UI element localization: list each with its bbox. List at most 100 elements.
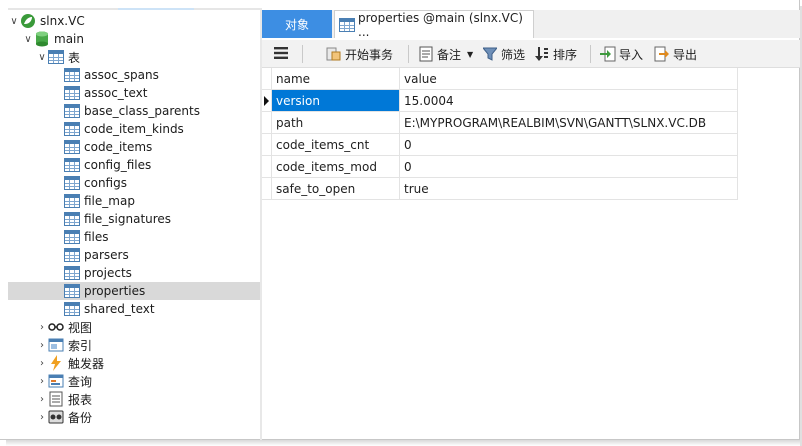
table-row[interactable]: code_items_mod 0 [262, 156, 738, 178]
cell-name[interactable]: code_items_mod [272, 156, 400, 178]
transaction-icon [326, 46, 342, 62]
table-item[interactable]: shared_text [8, 300, 260, 318]
begin-transaction-button[interactable]: 开始事务 [326, 40, 393, 68]
cell-value[interactable]: E:\MYPROGRAM\REALBIM\SVN\GANTT\SLNX.VC.D… [400, 112, 738, 134]
tree-node-group[interactable]: › 查询 [8, 372, 260, 390]
sort-button[interactable]: 排序 [534, 40, 577, 68]
column-header-value[interactable]: value [400, 68, 738, 90]
chevron-right-icon[interactable]: › [36, 354, 48, 372]
table-icon [64, 103, 80, 119]
table-row[interactable]: code_items_cnt 0 [262, 134, 738, 156]
table-icon [64, 265, 80, 281]
table-item-label: code_items [84, 140, 153, 154]
table-item[interactable]: config_files [8, 156, 260, 174]
cell-name[interactable]: safe_to_open [272, 178, 400, 200]
tree-node-database[interactable]: ∨ main [8, 30, 260, 48]
export-label: 导出 [673, 47, 698, 62]
hamburger-icon [274, 46, 288, 62]
tab-properties[interactable]: properties @main (slnx.VC) ... [334, 10, 534, 39]
current-row-arrow-icon [264, 95, 269, 106]
sort-label: 排序 [553, 47, 578, 62]
table-item-label: config_files [84, 158, 152, 172]
chevron-down-icon[interactable]: ∨ [36, 48, 48, 66]
column-header-name[interactable]: name [272, 68, 400, 90]
tree-node-group[interactable]: › 报表 [8, 390, 260, 408]
table-item-label: properties [84, 284, 146, 298]
row-indicator[interactable] [262, 156, 272, 178]
app-window: ∨ slnx.VC ∨ main ∨ 表 assoc_spans assoc_te… [0, 0, 800, 440]
toolbar-divider [408, 45, 409, 63]
table-item[interactable]: file_signatures [8, 210, 260, 228]
table-icon [64, 67, 80, 83]
row-indicator[interactable] [262, 112, 272, 134]
cell-name[interactable]: code_items_cnt [272, 134, 400, 156]
table-icon [64, 301, 80, 317]
dropdown-arrow-icon[interactable]: ▼ [467, 50, 473, 59]
table-row[interactable]: safe_to_open true [262, 178, 738, 200]
index-icon [48, 337, 64, 353]
note-button[interactable]: 备注 ▼ [418, 40, 473, 68]
chevron-right-icon[interactable]: › [36, 336, 48, 354]
import-icon [600, 46, 616, 62]
tree-node-connection[interactable]: ∨ slnx.VC [8, 12, 260, 30]
table-icon [64, 139, 80, 155]
filter-button[interactable]: 筛选 [482, 40, 525, 68]
chevron-down-icon[interactable]: ∨ [22, 30, 34, 48]
table-item-label: assoc_text [84, 86, 148, 100]
table-row[interactable]: version 15.0004 [262, 90, 738, 112]
table-item[interactable]: assoc_text [8, 84, 260, 102]
database-icon [34, 31, 50, 47]
table-item[interactable]: properties [8, 282, 260, 300]
table-item-label: assoc_spans [84, 68, 159, 82]
table-item-label: shared_text [84, 302, 155, 316]
note-icon [418, 46, 434, 62]
import-button[interactable]: 导入 [600, 40, 643, 68]
table-item[interactable]: assoc_spans [8, 66, 260, 84]
tree-scroll-thumb[interactable] [118, 8, 194, 10]
table-icon [64, 229, 80, 245]
table-item[interactable]: base_class_parents [8, 102, 260, 120]
table-item[interactable]: projects [8, 264, 260, 282]
tree-node-group[interactable]: › 视图 [8, 318, 260, 336]
row-indicator-header [262, 68, 272, 90]
export-button[interactable]: 导出 [654, 40, 697, 68]
table-row[interactable]: path E:\MYPROGRAM\REALBIM\SVN\GANTT\SLNX.… [262, 112, 738, 134]
chevron-right-icon[interactable]: › [36, 390, 48, 408]
tree-node-tables[interactable]: ∨ 表 [8, 48, 260, 66]
row-indicator[interactable] [262, 178, 272, 200]
menu-button[interactable] [274, 40, 288, 68]
chevron-right-icon[interactable]: › [36, 372, 48, 390]
toolbar-divider [302, 45, 303, 63]
cell-name[interactable]: path [272, 112, 400, 134]
cell-value[interactable]: 0 [400, 156, 738, 178]
row-indicator[interactable] [262, 134, 272, 156]
grid-header-row: name value [262, 68, 738, 90]
group-label: 索引 [68, 338, 93, 353]
row-indicator[interactable] [262, 90, 272, 112]
tree-node-group[interactable]: › 索引 [8, 336, 260, 354]
window-shadow [6, 440, 802, 446]
group-label: 触发器 [68, 356, 105, 371]
cell-value[interactable]: 0 [400, 134, 738, 156]
chevron-down-icon[interactable]: ∨ [8, 12, 20, 30]
cell-value[interactable]: 15.0004 [400, 90, 738, 112]
table-item[interactable]: code_item_kinds [8, 120, 260, 138]
chevron-right-icon[interactable]: › [36, 408, 48, 426]
table-item[interactable]: code_items [8, 138, 260, 156]
tab-bar: 对象 properties @main (slnx.VC) ... [262, 10, 800, 39]
table-item[interactable]: parsers [8, 246, 260, 264]
tab-objects[interactable]: 对象 [262, 10, 332, 38]
table-item-label: parsers [84, 248, 129, 262]
cell-name[interactable]: version [272, 90, 400, 112]
table-icon [64, 193, 80, 209]
table-item[interactable]: files [8, 228, 260, 246]
cell-value[interactable]: true [400, 178, 738, 200]
table-item[interactable]: configs [8, 174, 260, 192]
object-tree: ∨ slnx.VC ∨ main ∨ 表 assoc_spans assoc_te… [8, 8, 260, 438]
table-item-label: configs [84, 176, 127, 190]
chevron-right-icon[interactable]: › [36, 318, 48, 336]
import-label: 导入 [619, 47, 644, 62]
tree-node-group[interactable]: › 触发器 [8, 354, 260, 372]
table-item[interactable]: file_map [8, 192, 260, 210]
tree-node-group[interactable]: › 备份 [8, 408, 260, 426]
